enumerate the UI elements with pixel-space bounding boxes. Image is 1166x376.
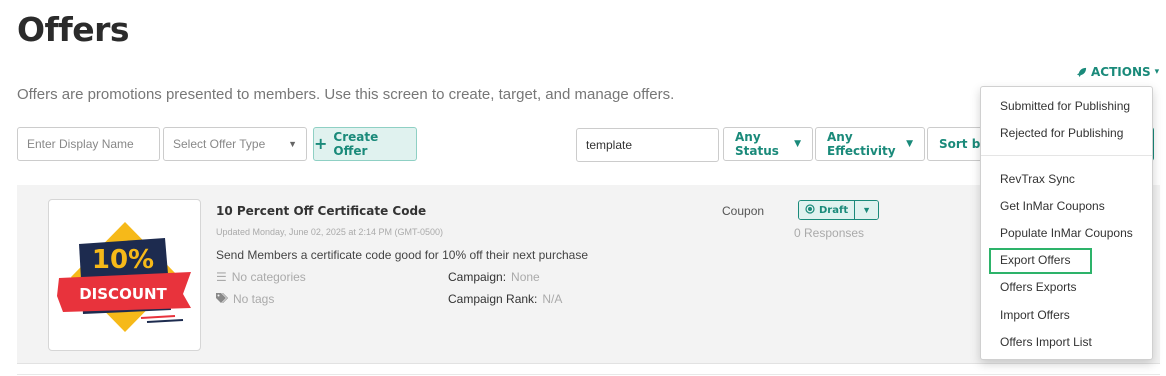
page-title: Offers — [17, 10, 130, 49]
menu-item-offers-exports[interactable]: Offers Exports — [1000, 280, 1076, 294]
chevron-down-icon: ▼ — [288, 139, 297, 149]
offer-type-placeholder: Select Offer Type — [173, 137, 266, 151]
search-input[interactable]: template — [576, 128, 719, 162]
status-badge[interactable]: Draft — [799, 201, 855, 219]
status-label: Draft — [819, 204, 849, 216]
offer-categories: ☰ No categories — [216, 270, 306, 284]
tags-icon — [216, 292, 228, 306]
offer-type-value: Coupon — [722, 204, 765, 218]
create-offer-button[interactable]: + Create Offer — [313, 127, 417, 161]
menu-divider — [981, 155, 1152, 156]
offer-title[interactable]: 10 Percent Off Certificate Code — [216, 204, 426, 218]
offer-type-select[interactable]: Select Offer Type ▼ — [163, 127, 307, 161]
offer-campaign: Campaign: None — [448, 270, 540, 284]
create-offer-label: Create Offer — [333, 130, 379, 158]
actions-button[interactable]: ACTIONS ▾ — [1076, 65, 1159, 79]
plus-icon: + — [314, 134, 328, 153]
campaign-value: None — [511, 270, 540, 284]
thumbnail-word: DISCOUNT — [79, 285, 167, 303]
rocket-icon — [1076, 67, 1087, 78]
chevron-down-icon: ▼ — [862, 205, 872, 215]
sort-button[interactable]: Sort by — [927, 127, 987, 161]
discount-badge-image: 10% DISCOUNT — [57, 222, 191, 332]
offer-thumbnail[interactable]: 10% DISCOUNT — [48, 199, 201, 351]
campaign-label: Campaign: — [448, 270, 507, 284]
status-filter-label: Any Status — [735, 130, 779, 158]
thumbnail-percent: 10% — [92, 245, 154, 275]
menu-item-submitted-for-publishing[interactable]: Submitted for Publishing — [1000, 99, 1130, 113]
menu-item-offers-import-list[interactable]: Offers Import List — [1000, 335, 1092, 349]
chevron-down-icon: ▼ — [794, 139, 801, 149]
divider — [17, 374, 1160, 375]
categories-value: No categories — [231, 270, 306, 284]
tags-value: No tags — [233, 292, 275, 306]
menu-item-get-inmar-coupons[interactable]: Get InMar Coupons — [1000, 199, 1105, 213]
status-button-group[interactable]: Draft ▼ — [798, 200, 880, 220]
offer-tags: No tags — [216, 292, 274, 306]
actions-label: ACTIONS — [1091, 65, 1151, 79]
display-name-input[interactable]: Enter Display Name — [17, 127, 160, 161]
chevron-down-icon: ▾ — [1154, 67, 1160, 77]
radio-icon — [805, 203, 815, 217]
offer-description: Send Members a certificate code good for… — [216, 248, 588, 262]
chevron-down-icon: ▼ — [906, 139, 913, 149]
offer-responses: 0 Responses — [794, 226, 865, 240]
actions-dropdown-menu: Submitted for Publishing Rejected for Pu… — [980, 86, 1153, 360]
list-icon: ☰ — [216, 270, 227, 284]
menu-item-import-offers[interactable]: Import Offers — [1000, 308, 1070, 322]
campaign-rank-label: Campaign Rank: — [448, 292, 538, 306]
page-description: Offers are promotions presented to membe… — [17, 86, 675, 103]
offer-updated: Updated Monday, June 02, 2025 at 2:14 PM… — [216, 227, 443, 237]
menu-item-populate-inmar-coupons[interactable]: Populate InMar Coupons — [1000, 226, 1133, 240]
campaign-rank-value: N/A — [542, 292, 563, 306]
effectivity-filter-button[interactable]: Any Effectivity ▼ — [815, 127, 925, 161]
effectivity-filter-label: Any Effectivity — [827, 130, 896, 158]
menu-item-rejected-for-publishing[interactable]: Rejected for Publishing — [1000, 126, 1123, 140]
status-filter-button[interactable]: Any Status ▼ — [723, 127, 813, 161]
status-dropdown-toggle[interactable]: ▼ — [854, 201, 879, 219]
menu-item-export-offers[interactable]: Export Offers — [1000, 253, 1070, 267]
menu-item-revtrax-sync[interactable]: RevTrax Sync — [1000, 172, 1075, 186]
offer-campaign-rank: Campaign Rank: N/A — [448, 292, 562, 306]
